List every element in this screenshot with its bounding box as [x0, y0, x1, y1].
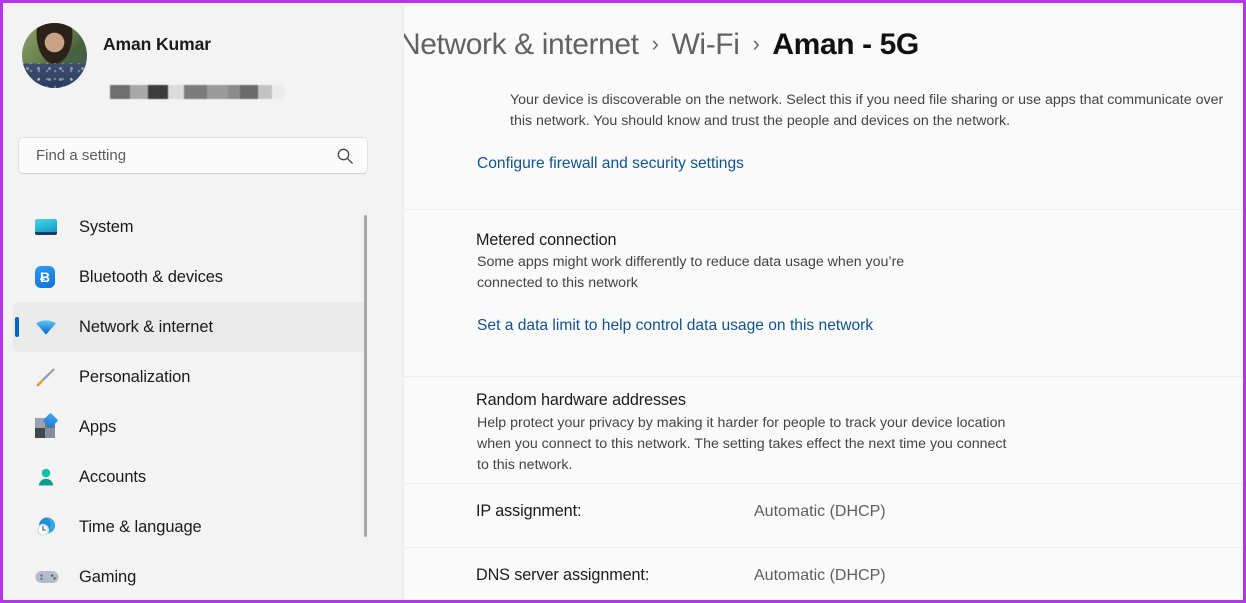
ip-assignment-label: IP assignment: [476, 502, 582, 520]
sidebar-item-network-internet[interactable]: Network & internet [13, 302, 367, 352]
search-icon [337, 148, 353, 164]
content-area: Network & internet › Wi-Fi › Aman - 5G Y… [403, 6, 1243, 600]
breadcrumb-item-network[interactable]: Network & internet [404, 28, 639, 62]
section-divider [404, 547, 1243, 548]
sidebar-nav: System Ƀ Bluetooth & devices Network & i… [6, 202, 403, 600]
breadcrumb-item-current: Aman - 5G [772, 28, 919, 61]
wifi-icon [35, 316, 57, 338]
breadcrumb: Network & internet › Wi-Fi › Aman - 5G [404, 28, 919, 62]
metered-connection-description: Some apps might work differently to redu… [477, 254, 905, 291]
sidebar-item-accounts[interactable]: Accounts [13, 452, 367, 502]
avatar-photo-pattern [22, 63, 87, 88]
selection-accent [15, 317, 19, 337]
sidebar-item-personalization[interactable]: Personalization [13, 352, 367, 402]
sidebar-item-label: Apps [79, 417, 117, 436]
sidebar-item-label: Network & internet [79, 317, 213, 336]
sidebar-item-time-language[interactable]: Time & language [13, 502, 367, 552]
sidebar-item-apps[interactable]: Apps [13, 402, 367, 452]
random-hardware-addresses-description: Help protect your privacy by making it h… [477, 415, 1007, 473]
sidebar: Aman Kumar Find a setting System Ƀ Bluet… [6, 6, 403, 600]
search-input[interactable]: Find a setting [18, 137, 368, 174]
sidebar-item-label: Accounts [79, 467, 147, 486]
monitor-icon [35, 216, 57, 238]
avatar [22, 23, 87, 88]
metered-connection-title: Metered connection [476, 231, 617, 249]
ip-assignment-value: Automatic (DHCP) [754, 503, 886, 520]
breadcrumb-separator: › [752, 31, 760, 56]
configure-firewall-link[interactable]: Configure firewall and security settings [477, 155, 744, 173]
set-data-limit-link[interactable]: Set a data limit to help control data us… [477, 317, 873, 335]
paintbrush-icon [35, 366, 57, 388]
sidebar-item-label: Bluetooth & devices [79, 267, 223, 286]
bluetooth-icon: Ƀ [35, 266, 57, 288]
profile-name: Aman Kumar [103, 34, 211, 54]
dns-assignment-value: Automatic (DHCP) [754, 567, 886, 584]
section-divider [404, 483, 1243, 484]
section-divider [404, 209, 1243, 210]
sidebar-item-label: Time & language [79, 517, 202, 536]
random-hardware-addresses-title: Random hardware addresses [476, 391, 686, 409]
breadcrumb-separator: › [651, 31, 659, 56]
globe-clock-icon [35, 516, 57, 538]
sidebar-item-bluetooth-devices[interactable]: Ƀ Bluetooth & devices [13, 252, 367, 302]
user-profile[interactable]: Aman Kumar [22, 23, 362, 105]
breadcrumb-item-wifi[interactable]: Wi-Fi [672, 28, 740, 62]
gamepad-icon [35, 566, 59, 588]
apps-icon [35, 412, 59, 438]
sidebar-item-gaming[interactable]: Gaming [13, 552, 367, 600]
search-placeholder: Find a setting [36, 147, 127, 164]
sidebar-scrollbar[interactable] [364, 215, 367, 537]
settings-window: Aman Kumar Find a setting System Ƀ Bluet… [0, 0, 1246, 603]
profile-email-redacted [110, 85, 285, 99]
section-divider [404, 376, 1243, 377]
sidebar-item-label: Personalization [79, 367, 191, 386]
discoverable-description: Your device is discoverable on the netwo… [510, 92, 1224, 129]
sidebar-item-label: Gaming [79, 567, 137, 586]
dns-assignment-label: DNS server assignment: [476, 566, 650, 584]
sidebar-item-system[interactable]: System [13, 202, 367, 252]
sidebar-item-label: System [79, 217, 134, 236]
person-icon [35, 466, 57, 488]
